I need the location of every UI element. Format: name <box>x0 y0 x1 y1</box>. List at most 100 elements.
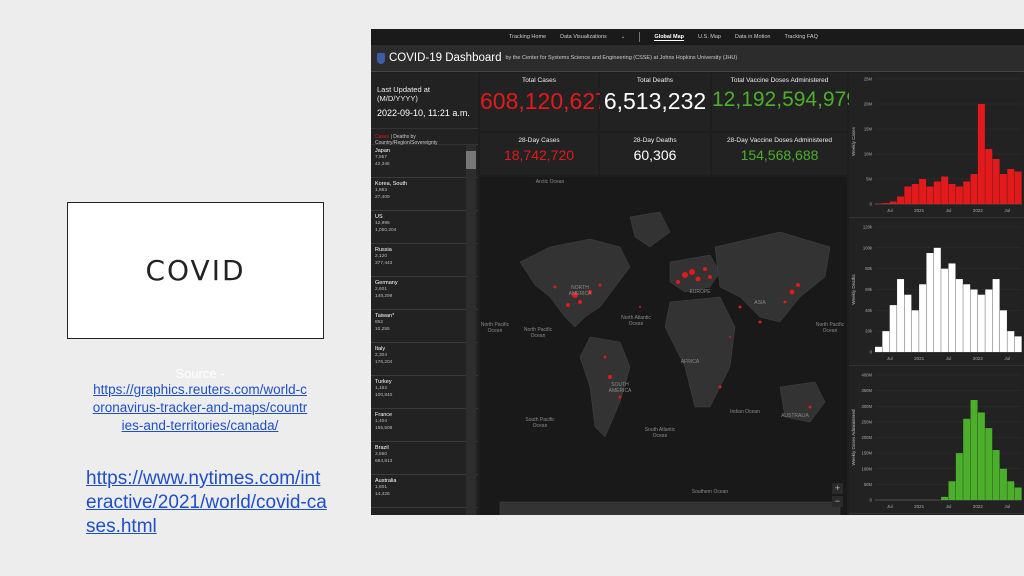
map-label-south-atlantic: South Atlantic Ocean <box>644 427 676 439</box>
chart-bar <box>985 289 993 352</box>
chart-y-tick-label: 20M <box>864 102 873 107</box>
total-deaths-label: Total Deaths <box>636 77 674 84</box>
total-cases-box: Total Cases 608,120,627 <box>480 73 608 131</box>
total-deaths-value: 6,513,232 <box>603 88 707 114</box>
country-total-deaths: 10,255 <box>375 327 390 332</box>
greenland-shape <box>629 211 671 248</box>
country-list-scrollbar[interactable] <box>466 145 476 515</box>
chart-bar <box>926 186 934 204</box>
country-list-item[interactable]: Korea, South 1,863 27,409 <box>371 178 478 211</box>
africa-shape <box>664 296 736 408</box>
country-list-item[interactable]: US 12,995 1,050,204 <box>371 211 478 244</box>
chart-x-tick-label: Jul <box>1004 356 1010 361</box>
map-label-indian: Indian Ocean <box>730 409 760 415</box>
chart-x-tick-label: 2022 <box>973 208 984 213</box>
chart-y-tick-label: 60k <box>865 287 873 292</box>
scrollbar-thumb[interactable] <box>466 151 476 169</box>
north-america-shape <box>519 238 631 328</box>
chart-bar <box>999 174 1007 204</box>
nav-tracking-faq[interactable]: Tracking FAQ <box>784 34 817 40</box>
chart-y-tick-label: 0 <box>870 350 873 355</box>
country-total-deaths: 42,346 <box>375 162 390 167</box>
chart-bar <box>911 310 919 352</box>
total-vaccine-box: Total Vaccine Doses Administered 12,192,… <box>712 73 858 131</box>
weekly-cases-chart: Weekly Cases 25M 20M 15M 10M 5M 0 Jul 2021 Jul 202… <box>849 73 1024 218</box>
chart-bar <box>897 196 905 204</box>
vaccine-28-label: 28-Day Vaccine Doses Administered <box>726 137 832 144</box>
nav-tracking-home[interactable]: Tracking Home <box>509 34 546 40</box>
world-map-graphic <box>499 211 841 515</box>
zoom-in-button[interactable]: + <box>832 483 843 494</box>
nav-data-visualizations[interactable]: Data Visualizations <box>560 34 607 40</box>
chart-bar <box>875 346 882 352</box>
chart-y-tick-label: 350M <box>862 388 873 393</box>
map-label-europe: EUROPE <box>689 289 711 295</box>
chart-bar <box>963 418 971 500</box>
map-label-south-america: SOUTH AMERICA <box>608 382 632 394</box>
chart-x-tick-label: 2022 <box>973 356 984 361</box>
country-list-item[interactable]: Taiwan* 852 10,255 <box>371 310 478 343</box>
country-list-item[interactable]: Germany 2,601 148,299 <box>371 277 478 310</box>
chart-y-tick-label: 20k <box>865 329 873 334</box>
country-28day-deaths: 3,560 <box>375 452 388 457</box>
country-list-header: Cases | Deaths by Country/Region/Soverei… <box>371 129 478 146</box>
last-updated-label: Last Updated at (M/D/YYYY) <box>377 85 430 103</box>
country-list-item[interactable]: Brazil 3,560 684,813 <box>371 442 478 475</box>
map-label-arctic: Arctic Ocean <box>535 179 565 185</box>
chart-bar <box>897 279 905 352</box>
covid-dashboard-screenshot: Tracking Home Data Visualizations ⌄ Glob… <box>371 29 1024 515</box>
chart-x-tick-label: Jul <box>887 356 893 361</box>
asia-shape <box>714 231 831 323</box>
country-total-deaths: 27,409 <box>375 195 390 200</box>
nav-data-in-motion[interactable]: Data in Motion <box>735 34 770 40</box>
nytimes-source-link[interactable]: https://www.nytimes.com/interactive/2021… <box>86 467 330 539</box>
world-map[interactable]: Arctic Ocean NORTH AMERICA North Atlanti… <box>480 177 847 515</box>
source-area: Source - https://graphics.reuters.com/wo… <box>80 366 320 435</box>
map-label-north-pacific-right: North Pacific Ocean <box>815 322 845 334</box>
chart-bar <box>941 496 949 500</box>
country-list-item[interactable]: Russia 2,120 377,443 <box>371 244 478 277</box>
chart-bar <box>904 186 912 204</box>
chart-bar <box>1007 481 1015 500</box>
source-label: Source - <box>175 366 225 381</box>
country-list-item[interactable]: Japan 7,557 42,346 <box>371 145 478 178</box>
chart-bar <box>977 294 985 352</box>
chart-y-axis-label: Weekly Cases <box>851 126 856 155</box>
vaccine-28-box: 28-Day Vaccine Doses Administered 154,56… <box>712 133 847 175</box>
chart-bar <box>977 104 985 204</box>
chart-y-tick-label: 40k <box>865 308 873 313</box>
map-label-north-atlantic: North Atlantic Ocean <box>621 315 651 327</box>
dashboard-title: COVID-19 Dashboard <box>389 52 502 64</box>
map-label-australia: AUSTRALIA <box>781 413 809 419</box>
country-28day-deaths: 2,601 <box>375 287 388 292</box>
country-28day-deaths: 2,304 <box>375 353 388 358</box>
country-list[interactable]: Japan 7,557 42,346 Korea, South 1,863 27,409 U… <box>371 145 478 515</box>
deaths-28-box: 28-Day Deaths 60,306 <box>600 133 710 175</box>
map-zoom-controls: + − <box>832 481 843 507</box>
total-deaths-box: Total Deaths 6,513,232 <box>600 73 710 131</box>
map-label-north-pacific-mid: North Pacific Ocean <box>523 327 553 339</box>
country-28day-deaths: 852 <box>375 320 384 325</box>
map-label-asia: ASIA <box>754 300 766 306</box>
country-list-item[interactable]: Turkey 1,162 100,840 <box>371 376 478 409</box>
reuters-source-link[interactable]: https://graphics.reuters.com/world-coron… <box>80 381 320 435</box>
chart-bar <box>970 174 978 204</box>
nav-us-map[interactable]: U.S. Map <box>698 34 721 40</box>
chart-bar <box>948 184 956 204</box>
chart-bar <box>926 253 934 352</box>
map-label-north-america: NORTH AMERICA <box>568 285 592 297</box>
country-list-item[interactable]: France 1,404 155,508 <box>371 409 478 442</box>
nav-global-map[interactable]: Global Map <box>654 34 685 41</box>
antarctica-shape <box>499 501 841 515</box>
country-28day-deaths: 7,557 <box>375 155 388 160</box>
chart-bar <box>933 247 941 352</box>
country-list-item[interactable]: Italy 2,304 176,204 <box>371 343 478 376</box>
country-list-items: Japan 7,557 42,346 Korea, South 1,863 27,409 U… <box>371 145 478 508</box>
chart-bar <box>948 481 956 500</box>
chart-x-tick-label: Jul <box>887 208 893 213</box>
chart-y-tick-label: 120k <box>863 225 873 230</box>
title-box: COVID <box>67 202 324 339</box>
country-total-deaths: 155,508 <box>375 426 393 431</box>
zoom-out-button[interactable]: − <box>832 496 843 507</box>
country-list-item[interactable]: Australia 1,601 14,426 <box>371 475 478 508</box>
